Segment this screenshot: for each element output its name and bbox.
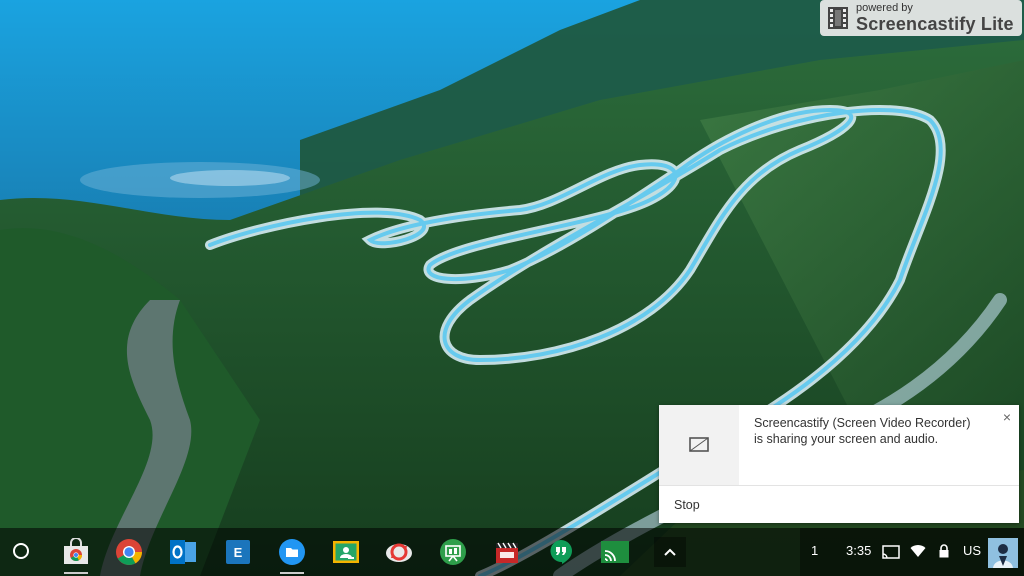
wifi-icon: [910, 545, 926, 557]
running-indicator: [280, 572, 304, 574]
shelf-app-cast[interactable]: [600, 537, 630, 567]
sync-icon: [386, 543, 412, 562]
outlook-icon: [170, 540, 196, 564]
screencastify-watermark: powered by Screencastify Lite: [820, 0, 1022, 36]
shelf-app-outlook[interactable]: [168, 537, 198, 567]
watermark-powered-by: powered by: [856, 2, 913, 14]
system-tray-toggle[interactable]: [654, 537, 686, 567]
notification-message: Screencastify (Screen Video Recorder) is…: [754, 415, 999, 447]
notification-close-button[interactable]: ×: [1003, 409, 1011, 425]
classroom-icon: [333, 541, 359, 563]
e-icon: E: [226, 540, 250, 564]
chevron-up-icon: [664, 548, 676, 556]
shelf-app-slides[interactable]: [438, 537, 468, 567]
notification-message-line-2: is sharing your screen and audio.: [754, 432, 939, 446]
clock-time: 3:35: [846, 543, 872, 558]
input-language-indicator[interactable]: US: [963, 543, 981, 558]
shelf-app-web-store[interactable]: [61, 537, 91, 574]
shelf-app-classroom[interactable]: [331, 537, 361, 567]
shelf-app-hangouts[interactable]: [546, 537, 576, 567]
clapper-icon: [496, 542, 518, 563]
shelf-app-e[interactable]: E: [223, 537, 253, 567]
notification-icon-area: [659, 405, 739, 485]
avatar[interactable]: [988, 538, 1018, 568]
lock-icon: [939, 544, 949, 558]
screen-sharing-notification: Screencastify (Screen Video Recorder) is…: [659, 405, 1019, 523]
screen-share-icon: [689, 437, 709, 452]
film-strip-icon: [828, 7, 848, 29]
watermark-brand: Screencastify Lite: [856, 14, 1014, 34]
launcher-icon[interactable]: [13, 543, 29, 559]
hangouts-icon: [550, 540, 572, 564]
web-store-icon: [64, 538, 88, 564]
running-indicator: [64, 572, 88, 574]
chrome-icon: [116, 539, 142, 565]
presentation-icon: [440, 539, 466, 565]
stop-sharing-button[interactable]: Stop: [674, 498, 700, 512]
shelf-app-sync[interactable]: [384, 537, 414, 567]
cast-icon: [882, 545, 900, 559]
shelf-app-files[interactable]: [277, 537, 307, 574]
status-area[interactable]: 1 3:35 US: [800, 528, 1024, 576]
notification-count-badge[interactable]: 1: [811, 543, 818, 558]
notification-message-line-1: Screencastify (Screen Video Recorder): [754, 416, 971, 430]
notification-divider: [659, 485, 1019, 486]
shelf-app-movie[interactable]: [492, 537, 522, 567]
shelf: E 1 3:35 US: [0, 528, 1024, 576]
folder-icon: [279, 539, 305, 565]
shelf-app-chrome[interactable]: [114, 537, 144, 567]
svg-text:E: E: [234, 545, 243, 560]
cast-icon: [601, 541, 629, 563]
avatar-image: [988, 538, 1018, 568]
